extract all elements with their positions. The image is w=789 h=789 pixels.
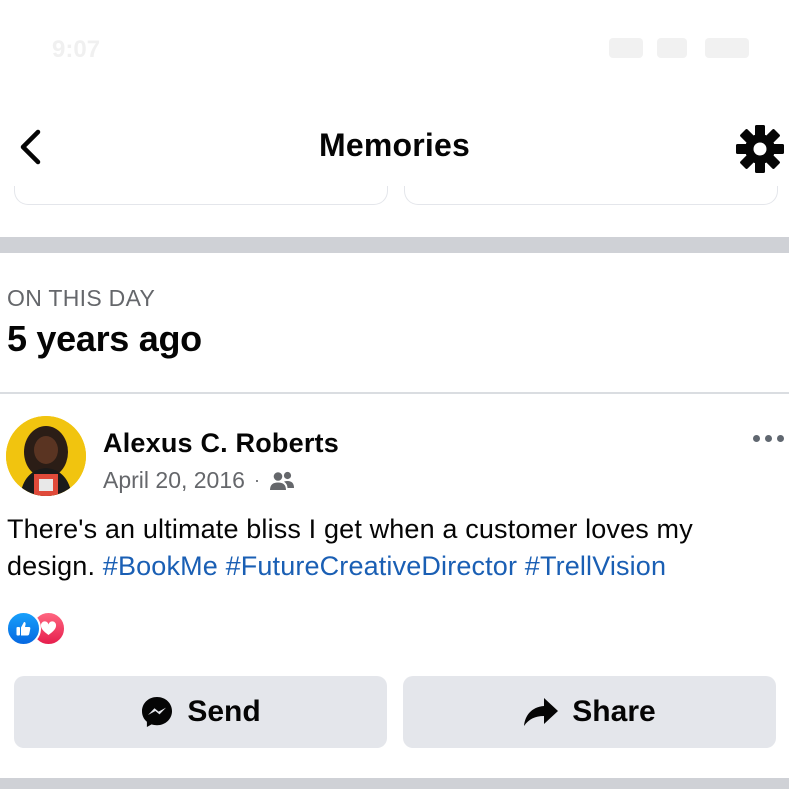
share-label: Share (572, 695, 656, 728)
previous-tile-edge[interactable] (404, 186, 778, 205)
avatar[interactable] (6, 416, 86, 496)
meta-separator: · (253, 470, 260, 490)
post-text: There's an ultimate bliss I get when a c… (7, 511, 787, 585)
hashtag-link[interactable]: #FutureCreativeDirector (226, 551, 518, 581)
section-divider (0, 778, 789, 789)
hashtag-link[interactable]: #BookMe (103, 551, 218, 581)
gear-icon (736, 125, 784, 173)
divider (0, 392, 789, 394)
post-date[interactable]: April 20, 2016 (103, 467, 245, 494)
share-button[interactable]: Share (403, 676, 776, 748)
friends-icon (269, 471, 294, 490)
post-author-name[interactable]: Alexus C. Roberts (103, 428, 339, 459)
section-heading: 5 years ago (7, 318, 202, 359)
wifi-icon (657, 38, 687, 58)
more-options-button[interactable] (748, 425, 788, 451)
signal-icon (609, 38, 643, 58)
section-divider (0, 237, 789, 253)
previous-tile-edge[interactable] (14, 186, 388, 205)
more-dots-icon (752, 434, 760, 442)
reactions-summary[interactable] (6, 611, 76, 646)
share-arrow-icon (524, 698, 559, 726)
post-meta: April 20, 2016 · (103, 467, 295, 494)
section-label: ON THIS DAY (7, 285, 156, 311)
profile-photo (6, 416, 86, 496)
hashtag-link[interactable]: #TrellVision (525, 551, 666, 581)
send-label: Send (187, 695, 261, 728)
send-button[interactable]: Send (14, 676, 387, 748)
status-bar: 9:07 (0, 0, 789, 100)
battery-icon (705, 38, 749, 58)
page-title: Memories (319, 127, 470, 163)
messenger-icon (142, 697, 173, 727)
status-time: 9:07 (52, 36, 101, 63)
like-icon (6, 611, 41, 646)
settings-button[interactable] (734, 123, 786, 175)
status-icons (609, 38, 759, 62)
